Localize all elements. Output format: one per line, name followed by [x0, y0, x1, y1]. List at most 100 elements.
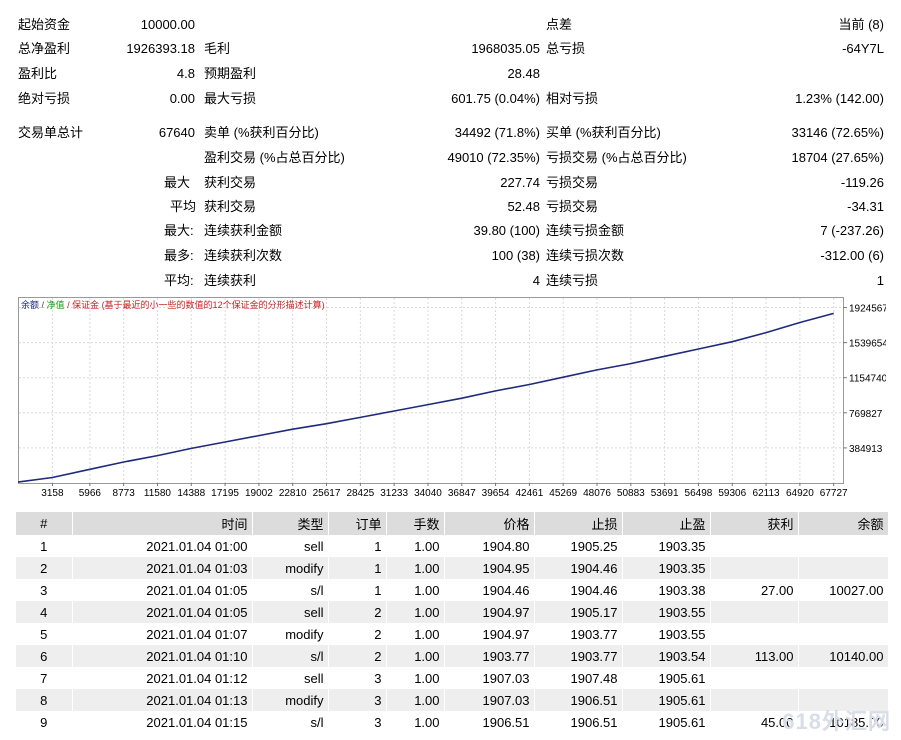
col-header-balance[interactable]: 余额 [798, 512, 889, 535]
table-row[interactable]: 5 2021.01.04 01:07 modify 2 1.00 1904.97 1903.… [16, 623, 889, 645]
report-label-max-consecutive-losses: 连续亏损次数 [546, 248, 625, 263]
cell-price: 1906.51 [444, 711, 535, 733]
balance-graph: 384913 769827 1154740 1539654 1924567 3158 59… [18, 297, 886, 505]
report-label-gross-loss: 总亏损 [546, 41, 586, 56]
cell-index: 5 [16, 623, 73, 645]
x-tick-label: 42461 [515, 488, 543, 499]
col-header-lots[interactable]: 手数 [386, 512, 445, 535]
x-tick-label: 39654 [482, 488, 510, 499]
cell-balance [798, 557, 889, 579]
cell-order: 1 [328, 557, 387, 579]
col-header-profit[interactable]: 获利 [710, 512, 799, 535]
cell-price: 1904.95 [444, 557, 535, 579]
cell-time: 2021.01.04 01:13 [72, 689, 253, 711]
cell-sl: 1905.25 [534, 535, 623, 557]
x-tick-label: 5966 [79, 488, 102, 499]
x-tick-label: 59306 [718, 488, 746, 499]
legend-equity: 净值 [46, 300, 65, 310]
cell-order: 3 [328, 689, 387, 711]
cell-type: sell [252, 601, 329, 623]
report-value-maximal-drawdown: 601.75 (0.04%) [451, 91, 540, 106]
cell-type: s/l [252, 645, 329, 667]
col-header-order[interactable]: 订单 [328, 512, 387, 535]
report-value-profit-factor: 4.8 [176, 66, 195, 81]
col-header-index[interactable]: # [16, 512, 73, 535]
report-label-max-consecutive-profit: 连续获利金额 [204, 223, 283, 238]
cell-time: 2021.01.04 01:07 [72, 623, 253, 645]
table-row[interactable]: 1 2021.01.04 01:00 sell 1 1.00 1904.80 1905.25… [16, 535, 889, 557]
cell-type: modify [252, 557, 329, 579]
x-tick-label: 17195 [211, 488, 239, 499]
cell-tp: 1903.38 [622, 579, 711, 601]
cell-lots: 1.00 [386, 667, 445, 689]
cell-price: 1907.03 [444, 667, 535, 689]
cell-tp: 1905.61 [622, 711, 711, 733]
cell-lots: 1.00 [386, 689, 445, 711]
cell-lots: 1.00 [386, 623, 445, 645]
cell-tp: 1903.55 [622, 601, 711, 623]
report-label-average-profit-trade: 获利交易 [204, 199, 257, 214]
report-value-spread: 当前 (8) [838, 17, 884, 32]
orders-body: 1 2021.01.04 01:00 sell 1 1.00 1904.80 1905.25… [16, 535, 889, 733]
table-row[interactable]: 6 2021.01.04 01:10 s/l 2 1.00 1903.77 1903.77 1… [16, 645, 889, 667]
report-label-profit-trades: 盈利交易 (%占总百分比) [204, 150, 345, 165]
cell-type: sell [252, 535, 329, 557]
legend-margin: / 保证金 (基于最近的小一些的数值的12个保证金的分形描述计算) [67, 300, 325, 310]
table-row[interactable]: 4 2021.01.04 01:05 sell 2 1.00 1904.97 1905.17… [16, 601, 889, 623]
legend-balance: 余额 [21, 300, 40, 310]
cell-profit: 113.00 [710, 645, 799, 667]
orders-header-row: # 时间 类型 订单 手数 价格 止损 止盈 获利 余额 [16, 512, 889, 535]
cell-sl: 1904.46 [534, 579, 623, 601]
cell-time: 2021.01.04 01:00 [72, 535, 253, 557]
report-label-relative-drawdown: 相对亏损 [546, 91, 599, 106]
table-row[interactable]: 8 2021.01.04 01:13 modify 3 1.00 1907.03 1906.… [16, 689, 889, 711]
cell-time: 2021.01.04 01:05 [72, 601, 253, 623]
table-row[interactable]: 3 2021.01.04 01:05 s/l 1 1.00 1904.46 1904.46 1… [16, 579, 889, 601]
col-header-time[interactable]: 时间 [72, 512, 253, 535]
table-row[interactable]: 9 2021.01.04 01:15 s/l 3 1.00 1906.51 1906.51 1… [16, 711, 889, 733]
cell-tp: 1905.61 [622, 689, 711, 711]
report-value-max-consecutive-wins: 100 (38) [491, 248, 540, 263]
x-tick-label: 22810 [279, 488, 307, 499]
x-tick-label: 50883 [617, 488, 645, 499]
cell-order: 3 [328, 711, 387, 733]
cell-index: 8 [16, 689, 73, 711]
report-value-profit-trades: 49010 (72.35%) [447, 150, 540, 165]
cell-profit [710, 557, 799, 579]
cell-index: 7 [16, 667, 73, 689]
cell-tp: 1903.35 [622, 557, 711, 579]
cell-lots: 1.00 [386, 645, 445, 667]
x-tick-label: 14388 [177, 488, 205, 499]
col-header-type[interactable]: 类型 [252, 512, 329, 535]
report-value-relative-drawdown: 1.23% (142.00) [795, 91, 884, 106]
report-label-profit-factor: 盈利比 [18, 66, 58, 81]
report-label-maximum: 最大: [164, 223, 194, 238]
report-value-largest-profit-trade: 227.74 [500, 175, 540, 190]
report-value-gross-profit: 1968035.05 [471, 41, 540, 56]
report-summary: 起始资金 10000.00 点差 当前 (8) 总净盈利 1926393.18 … [0, 0, 901, 295]
x-tick-label: 11580 [144, 488, 172, 499]
report-value-total-trades: 67640 [158, 125, 195, 140]
legend-separator: / [39, 300, 47, 310]
cell-lots: 1.00 [386, 535, 445, 557]
cell-lots: 1.00 [386, 601, 445, 623]
report-value-average-loss-trade: -34.31 [847, 199, 884, 214]
report-value-expected-payoff: 28.48 [507, 66, 540, 81]
cell-profit [710, 601, 799, 623]
col-header-sl[interactable]: 止损 [534, 512, 623, 535]
col-header-tp[interactable]: 止盈 [622, 512, 711, 535]
table-row[interactable]: 2 2021.01.04 01:03 modify 1 1.00 1904.95 1904.… [16, 557, 889, 579]
report-label-gross-profit: 毛利 [204, 41, 231, 56]
report-label-maximal: 最多: [164, 248, 194, 263]
col-header-price[interactable]: 价格 [444, 512, 535, 535]
y-tick-label: 769827 [849, 409, 883, 420]
report-label-absolute-drawdown: 绝对亏损 [18, 91, 71, 106]
report-label-long-positions: 买单 (%获利百分比) [546, 125, 661, 140]
x-tick-label: 36847 [448, 488, 476, 499]
cell-price: 1904.97 [444, 623, 535, 645]
report-label-largest-profit-trade: 获利交易 [204, 175, 257, 190]
cell-time: 2021.01.04 01:12 [72, 667, 253, 689]
table-row[interactable]: 7 2021.01.04 01:12 sell 3 1.00 1907.03 1907.48… [16, 667, 889, 689]
report-label-expected-payoff: 预期盈利 [204, 66, 257, 81]
cell-tp: 1903.35 [622, 535, 711, 557]
